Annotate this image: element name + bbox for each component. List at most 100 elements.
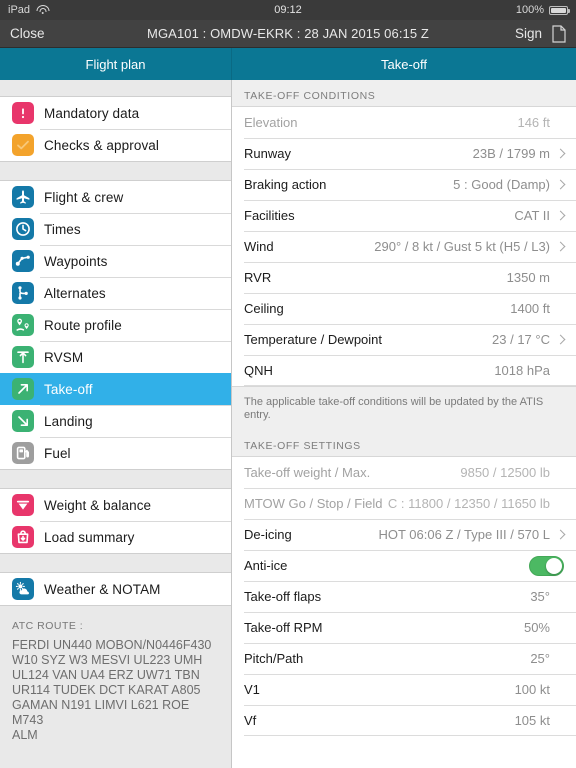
detail-row-value: CAT II [514,208,550,223]
status-bar-left: iPad [8,4,50,16]
tab-flight-plan[interactable]: Flight plan [0,48,232,80]
detail-row-label: Anti-ice [244,558,288,573]
sidebar-group: Flight & crew Times Waypoints Alternates Rou… [0,180,231,470]
sidebar-item-label: Mandatory data [44,105,140,121]
detail-row-label: Take-off flaps [244,589,322,604]
take-off-settings-list: Take-off weight / Max. 9850 / 12500 lb MTO… [232,457,576,736]
detail-row-label: Facilities [244,208,295,223]
sidebar-item-mandatory-data[interactable]: Mandatory data [0,97,231,129]
chevron-right-icon [557,210,564,221]
sign-button[interactable]: Sign [515,26,542,41]
detail-row[interactable]: Temperature / Dewpoint 23 / 17 °C [232,324,576,355]
nav-bar-right: Sign [515,24,566,43]
detail-row[interactable]: Braking action 5 : Good (Damp) [232,169,576,200]
chevron-right-icon [557,241,564,252]
sidebar-item-flight-crew[interactable]: Flight & crew [0,181,231,213]
sidebar-item-take-off[interactable]: Take-off [0,373,231,405]
detail-row-label: Take-off RPM [244,620,323,635]
checkmark-icon [12,134,34,156]
page-title: MGA101 : OMDW-EKRK : 28 JAN 2015 06:15 Z [147,26,429,41]
load-bag-icon [12,526,34,548]
sidebar-item-route-profile[interactable]: Route profile [0,309,231,341]
detail-row: QNH 1018 hPa [232,355,576,386]
atc-route-text: FERDI UN440 MOBON/N0446F430 W10 SYZ W3 M… [12,638,212,742]
detail-row-label: Vf [244,713,257,728]
wifi-icon [36,5,50,15]
status-bar: iPad 09:12 100% [0,0,576,20]
detail-row[interactable]: Runway 23B / 1799 m [232,138,576,169]
fuel-pump-icon [12,442,34,464]
detail-row: Take-off weight / Max. 9850 / 12500 lb [232,457,576,488]
sidebar-item-waypoints[interactable]: Waypoints [0,245,231,277]
sidebar-item-load-summary[interactable]: Load summary [0,521,231,553]
sidebar[interactable]: Mandatory data Checks & approval Flight & … [0,80,232,768]
sidebar-group-spacer [0,80,231,96]
sidebar-item-fuel[interactable]: Fuel [0,437,231,469]
atis-note: The applicable take-off conditions will … [232,386,576,430]
sidebar-item-label: Weather & NOTAM [44,581,161,597]
detail-row: RVR 1350 m [232,262,576,293]
airplane-icon [12,186,34,208]
detail-row[interactable]: De-icing HOT 06:06 Z / Type III / 570 L [232,519,576,550]
detail-row-label: Temperature / Dewpoint [244,332,383,347]
section-header-conditions: TAKE-OFF CONDITIONS [232,80,576,107]
arrow-up-right-icon [12,378,34,400]
detail-row-value: 23 / 17 °C [492,332,550,347]
sidebar-item-checks-approval[interactable]: Checks & approval [0,129,231,161]
waypoints-icon [12,250,34,272]
detail-row-label: V1 [244,682,260,697]
tab-take-off[interactable]: Take-off [232,48,576,80]
sidebar-item-label: Fuel [44,445,71,461]
detail-row-value: 50% [523,620,550,635]
branch-icon [12,282,34,304]
detail-row-value: 25° [530,651,550,666]
detail-row: Vf 105 kt [232,705,576,736]
detail-row: Ceiling 1400 ft [232,293,576,324]
sidebar-groups: Mandatory data Checks & approval Flight & … [0,80,231,606]
sidebar-group-spacer [0,162,231,180]
detail-row-label: QNH [244,363,273,378]
sidebar-item-weight-balance[interactable]: Weight & balance [0,489,231,521]
exclamation-icon [12,102,34,124]
sidebar-item-label: Flight & crew [44,189,124,205]
detail-row-value: 290° / 8 kt / Gust 5 kt (H5 / L3) [374,239,550,254]
detail-row-value: 100 kt [514,682,550,697]
sidebar-group: Mandatory data Checks & approval [0,96,231,162]
sidebar-item-rvsm[interactable]: RVSM [0,341,231,373]
tab-bar: Flight plan Take-off [0,48,576,80]
sidebar-item-landing[interactable]: Landing [0,405,231,437]
detail-row[interactable]: Wind 290° / 8 kt / Gust 5 kt (H5 / L3) [232,231,576,262]
sidebar-item-times[interactable]: Times [0,213,231,245]
detail-row-label: Braking action [244,177,327,192]
sidebar-item-label: Alternates [44,285,106,301]
chevron-right-icon [557,334,564,345]
toggle-switch[interactable] [529,555,564,576]
detail-row[interactable]: Facilities CAT II [232,200,576,231]
sidebar-item-weather-notam[interactable]: Weather & NOTAM [0,573,231,605]
detail-row-label: RVR [244,270,272,285]
detail-row: Pitch/Path 25° [232,643,576,674]
sidebar-item-label: Times [44,221,81,237]
detail-panel[interactable]: TAKE-OFF CONDITIONS Elevation 146 ft Runwa… [232,80,576,768]
sidebar-item-label: Waypoints [44,253,108,269]
sidebar-item-label: Route profile [44,317,122,333]
app-screen: iPad 09:12 100% Close MGA101 : OMDW-EKRK… [0,0,576,768]
detail-row-value: 35° [530,589,550,604]
atc-route-block: ATC ROUTE : FERDI UN440 MOBON/N0446F430 … [0,606,231,768]
detail-row: Elevation 146 ft [232,107,576,138]
chevron-right-icon [557,148,564,159]
atc-route-heading: ATC ROUTE : [12,620,84,632]
detail-row-label: Wind [244,239,274,254]
scale-icon [12,494,34,516]
battery-icon [549,5,570,15]
detail-row: MTOW Go / Stop / Field C : 11800 / 12350 … [232,488,576,519]
section-header-settings: TAKE-OFF SETTINGS [232,430,576,457]
document-icon[interactable] [552,24,566,43]
arrow-down-right-icon [12,410,34,432]
sidebar-item-label: Weight & balance [44,497,152,513]
sidebar-group-spacer [0,554,231,572]
detail-row[interactable]: Anti-ice [232,550,576,581]
sidebar-item-alternates[interactable]: Alternates [0,277,231,309]
weather-icon [12,578,34,600]
detail-row-label: Pitch/Path [244,651,304,666]
